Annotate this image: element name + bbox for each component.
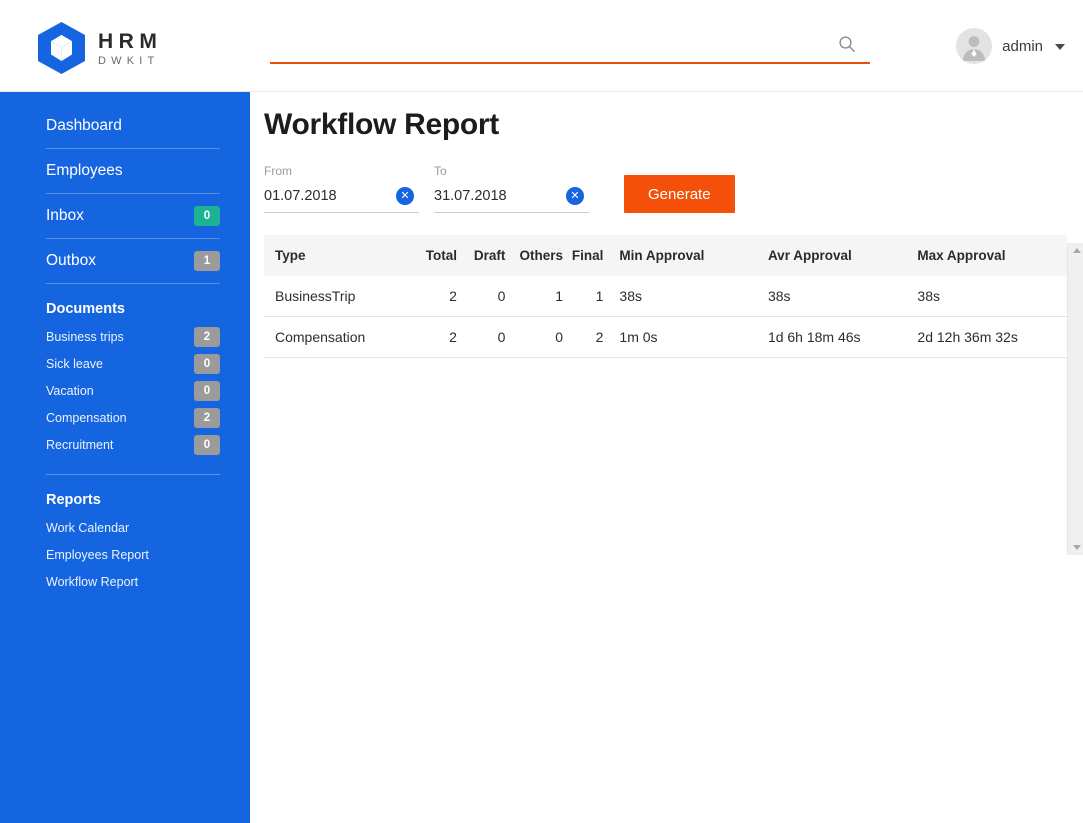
global-search[interactable]	[270, 30, 870, 64]
sidebar-item-label: Sick leave	[46, 356, 103, 371]
cell-type: Compensation	[264, 316, 416, 358]
outbox-count-badge: 1	[194, 251, 220, 271]
column-header-others[interactable]: Others	[512, 235, 570, 276]
cell-final: 2	[570, 316, 613, 358]
column-header-min-approval[interactable]: Min Approval	[612, 235, 766, 276]
report-filters: From ✕ To ✕ Generate	[264, 164, 1083, 213]
sidebar-item-label: Recruitment	[46, 437, 114, 452]
from-date-clear-icon[interactable]: ✕	[396, 187, 414, 205]
table-body: BusinessTrip 2 0 1 1 38s 38s 38s Compens…	[264, 276, 1067, 358]
from-date-control[interactable]: ✕	[264, 187, 419, 213]
user-avatar-icon	[956, 28, 993, 64]
cell-type: BusinessTrip	[264, 276, 416, 317]
sidebar-item-vacation[interactable]: Vacation 0	[46, 377, 220, 404]
chevron-down-icon[interactable]	[1055, 44, 1065, 50]
avatar	[956, 28, 993, 64]
user-name-label: admin	[1002, 37, 1043, 55]
logo-primary-text: HRM	[98, 30, 163, 53]
cell-max-approval: 38s	[915, 276, 1067, 317]
sidebar-item-sick-leave[interactable]: Sick leave 0	[46, 350, 220, 377]
sidebar-divider	[46, 474, 220, 475]
sidebar-item-label: Workflow Report	[46, 574, 139, 589]
top-header-bar: HRM DWKIT admin	[0, 0, 1083, 92]
sidebar-item-label: Outbox	[46, 252, 96, 269]
column-header-avr-approval[interactable]: Avr Approval	[765, 235, 916, 276]
report-table-container: Type Total Draft Others Final Min Approv…	[264, 235, 1083, 555]
cell-max-approval: 2d 12h 36m 32s	[915, 316, 1067, 358]
sidebar-item-workflow-report[interactable]: Workflow Report	[46, 568, 220, 595]
sidebar-item-label: Dashboard	[46, 117, 122, 134]
business-trips-count-badge: 2	[194, 326, 220, 347]
column-header-final[interactable]: Final	[570, 235, 613, 276]
user-menu[interactable]: admin	[956, 28, 1065, 64]
cell-draft: 0	[463, 276, 513, 317]
cell-total: 2	[415, 276, 464, 317]
search-icon[interactable]	[838, 35, 856, 53]
table-row[interactable]: BusinessTrip 2 0 1 1 38s 38s 38s	[264, 276, 1067, 317]
to-date-clear-icon[interactable]: ✕	[566, 187, 584, 205]
scroll-down-arrow-icon[interactable]	[1068, 540, 1083, 555]
table-vertical-scrollbar[interactable]	[1067, 243, 1083, 555]
sidebar-item-dashboard[interactable]: Dashboard	[46, 104, 220, 149]
from-date-label: From	[264, 164, 292, 178]
sidebar-item-label: Business trips	[46, 329, 124, 344]
to-date-field: To ✕	[434, 164, 589, 213]
cell-min-approval: 38s	[612, 276, 766, 317]
cell-avr-approval: 38s	[765, 276, 916, 317]
from-date-input[interactable]	[264, 188, 384, 204]
sidebar-item-recruitment[interactable]: Recruitment 0	[46, 431, 220, 458]
sick-leave-count-badge: 0	[194, 353, 220, 374]
column-header-total[interactable]: Total	[415, 235, 464, 276]
table-header: Type Total Draft Others Final Min Approv…	[264, 235, 1067, 276]
hexagon-cube-icon	[38, 22, 85, 74]
column-header-draft[interactable]: Draft	[463, 235, 513, 276]
cell-total: 2	[415, 316, 464, 358]
sidebar-section-documents-title: Documents	[46, 301, 125, 317]
cell-others: 0	[512, 316, 570, 358]
generate-button[interactable]: Generate	[624, 175, 735, 213]
sidebar-item-label: Inbox	[46, 207, 84, 224]
to-date-control[interactable]: ✕	[434, 187, 589, 213]
from-date-field: From ✕	[264, 164, 419, 213]
sidebar-item-employees-report[interactable]: Employees Report	[46, 541, 220, 568]
cell-final: 1	[570, 276, 613, 317]
cell-min-approval: 1m 0s	[612, 316, 766, 358]
sidebar-item-compensation[interactable]: Compensation 2	[46, 404, 220, 431]
sidebar-item-label: Employees Report	[46, 547, 149, 562]
column-header-max-approval[interactable]: Max Approval	[915, 235, 1067, 276]
search-input[interactable]	[270, 30, 830, 60]
cell-avr-approval: 1d 6h 18m 46s	[765, 316, 916, 358]
sidebar-item-outbox[interactable]: Outbox 1	[46, 239, 220, 284]
table-header-row: Type Total Draft Others Final Min Approv…	[264, 235, 1067, 276]
sidebar-item-label: Compensation	[46, 410, 127, 425]
main-content: Workflow Report From ✕ To ✕ Generate Typ…	[250, 92, 1083, 823]
logo-secondary-text: DWKIT	[98, 55, 160, 67]
cell-others: 1	[512, 276, 570, 317]
sidebar-item-business-trips[interactable]: Business trips 2	[46, 323, 220, 350]
sidebar-item-inbox[interactable]: Inbox 0	[46, 194, 220, 239]
recruitment-count-badge: 0	[194, 434, 220, 455]
workflow-report-table: Type Total Draft Others Final Min Approv…	[264, 235, 1067, 358]
sidebar-item-label: Vacation	[46, 383, 94, 398]
vacation-count-badge: 0	[194, 380, 220, 401]
sidebar-item-label: Work Calendar	[46, 520, 130, 535]
app-logo[interactable]: HRM DWKIT	[38, 22, 162, 74]
sidebar-main-items: Dashboard Employees Inbox 0 Outbox 1	[0, 104, 250, 284]
table-row[interactable]: Compensation 2 0 0 2 1m 0s 1d 6h 18m 46s…	[264, 316, 1067, 358]
to-date-label: To	[434, 164, 447, 178]
to-date-input[interactable]	[434, 188, 554, 204]
scroll-up-arrow-icon[interactable]	[1068, 243, 1083, 258]
sidebar-item-label: Employees	[46, 162, 123, 179]
compensation-count-badge: 2	[194, 407, 220, 428]
sidebar-item-employees[interactable]: Employees	[46, 149, 220, 194]
sidebar-item-work-calendar[interactable]: Work Calendar	[46, 514, 220, 541]
inbox-count-badge: 0	[194, 206, 220, 226]
sidebar-navigation: Dashboard Employees Inbox 0 Outbox 1 Doc…	[0, 92, 250, 823]
sidebar-section-reports-title: Reports	[46, 492, 101, 508]
column-header-type[interactable]: Type	[264, 235, 416, 276]
cell-draft: 0	[463, 316, 513, 358]
page-title: Workflow Report	[264, 108, 499, 141]
